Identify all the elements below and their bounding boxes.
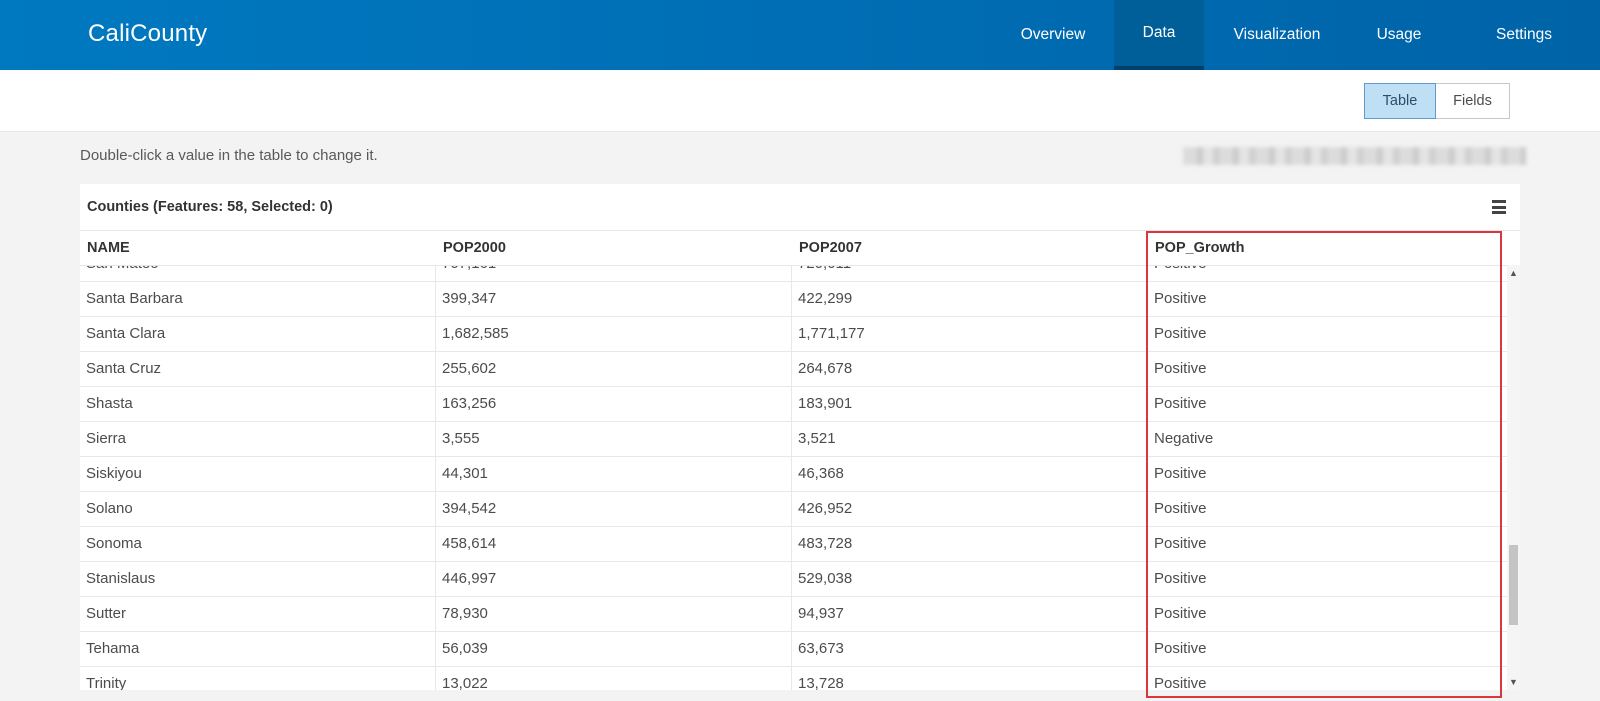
main-nav: Overview Data Visualization Usage Settin… [992, 0, 1600, 70]
hamburger-menu-icon[interactable] [1492, 200, 1506, 214]
nav-tab-usage[interactable]: Usage [1350, 0, 1448, 70]
cell-pop-growth[interactable]: Positive [1148, 667, 1507, 690]
cell-pop-growth[interactable]: Positive [1148, 632, 1507, 667]
cell-pop2007[interactable]: 183,901 [792, 387, 1148, 422]
table-view-button[interactable]: Table [1364, 83, 1436, 119]
scroll-up-arrow-icon[interactable]: ▲ [1509, 268, 1518, 278]
cell-name[interactable]: Santa Cruz [80, 352, 436, 387]
cell-pop2007[interactable]: 483,728 [792, 527, 1148, 562]
table-row[interactable]: Trinity 13,022 13,728 Positive [80, 667, 1507, 690]
cell-pop-growth[interactable]: Negative [1148, 422, 1507, 457]
cell-pop2007[interactable]: 422,299 [792, 282, 1148, 317]
app-title[interactable]: CaliCounty [88, 20, 207, 48]
fields-view-button[interactable]: Fields [1436, 83, 1510, 119]
view-toggle: Table Fields [1364, 83, 1510, 119]
table-header-bar: Counties (Features: 58, Selected: 0) [80, 184, 1520, 231]
table-row[interactable]: Sonoma 458,614 483,728 Positive [80, 527, 1507, 562]
column-header-name[interactable]: NAME [80, 231, 436, 265]
cell-pop2007[interactable]: 1,771,177 [792, 317, 1148, 352]
cell-name[interactable]: Santa Barbara [80, 282, 436, 317]
table-row[interactable]: Shasta 163,256 183,901 Positive [80, 387, 1507, 422]
table-title: Counties (Features: 58, Selected: 0) [87, 199, 333, 215]
cell-pop2007[interactable]: 720,011 [792, 266, 1148, 282]
cell-pop-growth[interactable]: Positive [1148, 562, 1507, 597]
cell-name[interactable]: Tehama [80, 632, 436, 667]
table-scrollbar[interactable]: ▲ ▼ [1507, 265, 1520, 690]
cell-name[interactable]: Sutter [80, 597, 436, 632]
cell-name[interactable]: San Mateo [80, 266, 436, 282]
cell-pop2007[interactable]: 3,521 [792, 422, 1148, 457]
cell-pop-growth[interactable]: Positive [1148, 457, 1507, 492]
cell-pop2007[interactable]: 529,038 [792, 562, 1148, 597]
table-row[interactable]: Santa Cruz 255,602 264,678 Positive [80, 352, 1507, 387]
edit-hint: Double-click a value in the table to cha… [80, 147, 378, 164]
cell-name[interactable]: Shasta [80, 387, 436, 422]
cell-pop2000[interactable]: 399,347 [436, 282, 792, 317]
column-header-pop2000[interactable]: POP2000 [436, 231, 792, 265]
cell-pop-growth[interactable]: Positive [1148, 352, 1507, 387]
cell-pop2000[interactable]: 78,930 [436, 597, 792, 632]
cell-pop2000[interactable]: 163,256 [436, 387, 792, 422]
nav-tab-visualization[interactable]: Visualization [1204, 0, 1350, 70]
cell-pop2000[interactable]: 3,555 [436, 422, 792, 457]
cell-pop-growth[interactable]: Positive [1148, 527, 1507, 562]
cell-pop-growth[interactable]: Positive [1148, 317, 1507, 352]
cell-pop2007[interactable]: 63,673 [792, 632, 1148, 667]
table-row[interactable]: Siskiyou 44,301 46,368 Positive [80, 457, 1507, 492]
redacted-text [1183, 147, 1526, 165]
table-grid[interactable]: San Mateo 707,161 720,011 Positive Santa… [80, 265, 1507, 690]
cell-pop-growth[interactable]: Positive [1148, 597, 1507, 632]
cell-pop2000[interactable]: 56,039 [436, 632, 792, 667]
scroll-down-arrow-icon[interactable]: ▼ [1509, 677, 1518, 687]
table-row[interactable]: San Mateo 707,161 720,011 Positive [80, 266, 1507, 282]
cell-pop2000[interactable]: 44,301 [436, 457, 792, 492]
column-header-pop-growth[interactable]: POP_Growth [1148, 231, 1504, 265]
cell-pop2007[interactable]: 94,937 [792, 597, 1148, 632]
table-row[interactable]: Sutter 78,930 94,937 Positive [80, 597, 1507, 632]
nav-tab-overview[interactable]: Overview [992, 0, 1114, 70]
cell-name[interactable]: Sonoma [80, 527, 436, 562]
table-row[interactable]: Santa Barbara 399,347 422,299 Positive [80, 282, 1507, 317]
column-header-pop2007[interactable]: POP2007 [792, 231, 1148, 265]
cell-pop2000[interactable]: 707,161 [436, 266, 792, 282]
table-row[interactable]: Santa Clara 1,682,585 1,771,177 Positive [80, 317, 1507, 352]
cell-name[interactable]: Stanislaus [80, 562, 436, 597]
cell-pop2000[interactable]: 458,614 [436, 527, 792, 562]
cell-pop2007[interactable]: 264,678 [792, 352, 1148, 387]
cell-pop2000[interactable]: 446,997 [436, 562, 792, 597]
cell-pop2007[interactable]: 46,368 [792, 457, 1148, 492]
table-row[interactable]: Tehama 56,039 63,673 Positive [80, 632, 1507, 667]
cell-name[interactable]: Siskiyou [80, 457, 436, 492]
table-row[interactable]: Stanislaus 446,997 529,038 Positive [80, 562, 1507, 597]
cell-name[interactable]: Santa Clara [80, 317, 436, 352]
scrollbar-thumb[interactable] [1509, 545, 1518, 625]
table-row[interactable]: Sierra 3,555 3,521 Negative [80, 422, 1507, 457]
nav-tab-settings[interactable]: Settings [1448, 0, 1600, 70]
cell-name[interactable]: Sierra [80, 422, 436, 457]
cell-pop2000[interactable]: 1,682,585 [436, 317, 792, 352]
cell-pop2000[interactable]: 255,602 [436, 352, 792, 387]
cell-pop2000[interactable]: 13,022 [436, 667, 792, 690]
nav-tab-data[interactable]: Data [1114, 0, 1204, 70]
top-header: CaliCounty Overview Data Visualization U… [0, 0, 1600, 70]
cell-pop2007[interactable]: 13,728 [792, 667, 1148, 690]
cell-pop-growth[interactable]: Positive [1148, 282, 1507, 317]
cell-name[interactable]: Trinity [80, 667, 436, 690]
cell-pop2000[interactable]: 394,542 [436, 492, 792, 527]
cell-pop-growth[interactable]: Positive [1148, 492, 1507, 527]
cell-pop-growth[interactable]: Positive [1148, 266, 1507, 282]
cell-pop2007[interactable]: 426,952 [792, 492, 1148, 527]
toolbar: Table Fields [0, 70, 1600, 132]
attribute-table-panel: Counties (Features: 58, Selected: 0) NAM… [80, 184, 1520, 690]
cell-pop-growth[interactable]: Positive [1148, 387, 1507, 422]
cell-name[interactable]: Solano [80, 492, 436, 527]
table-row[interactable]: Solano 394,542 426,952 Positive [80, 492, 1507, 527]
